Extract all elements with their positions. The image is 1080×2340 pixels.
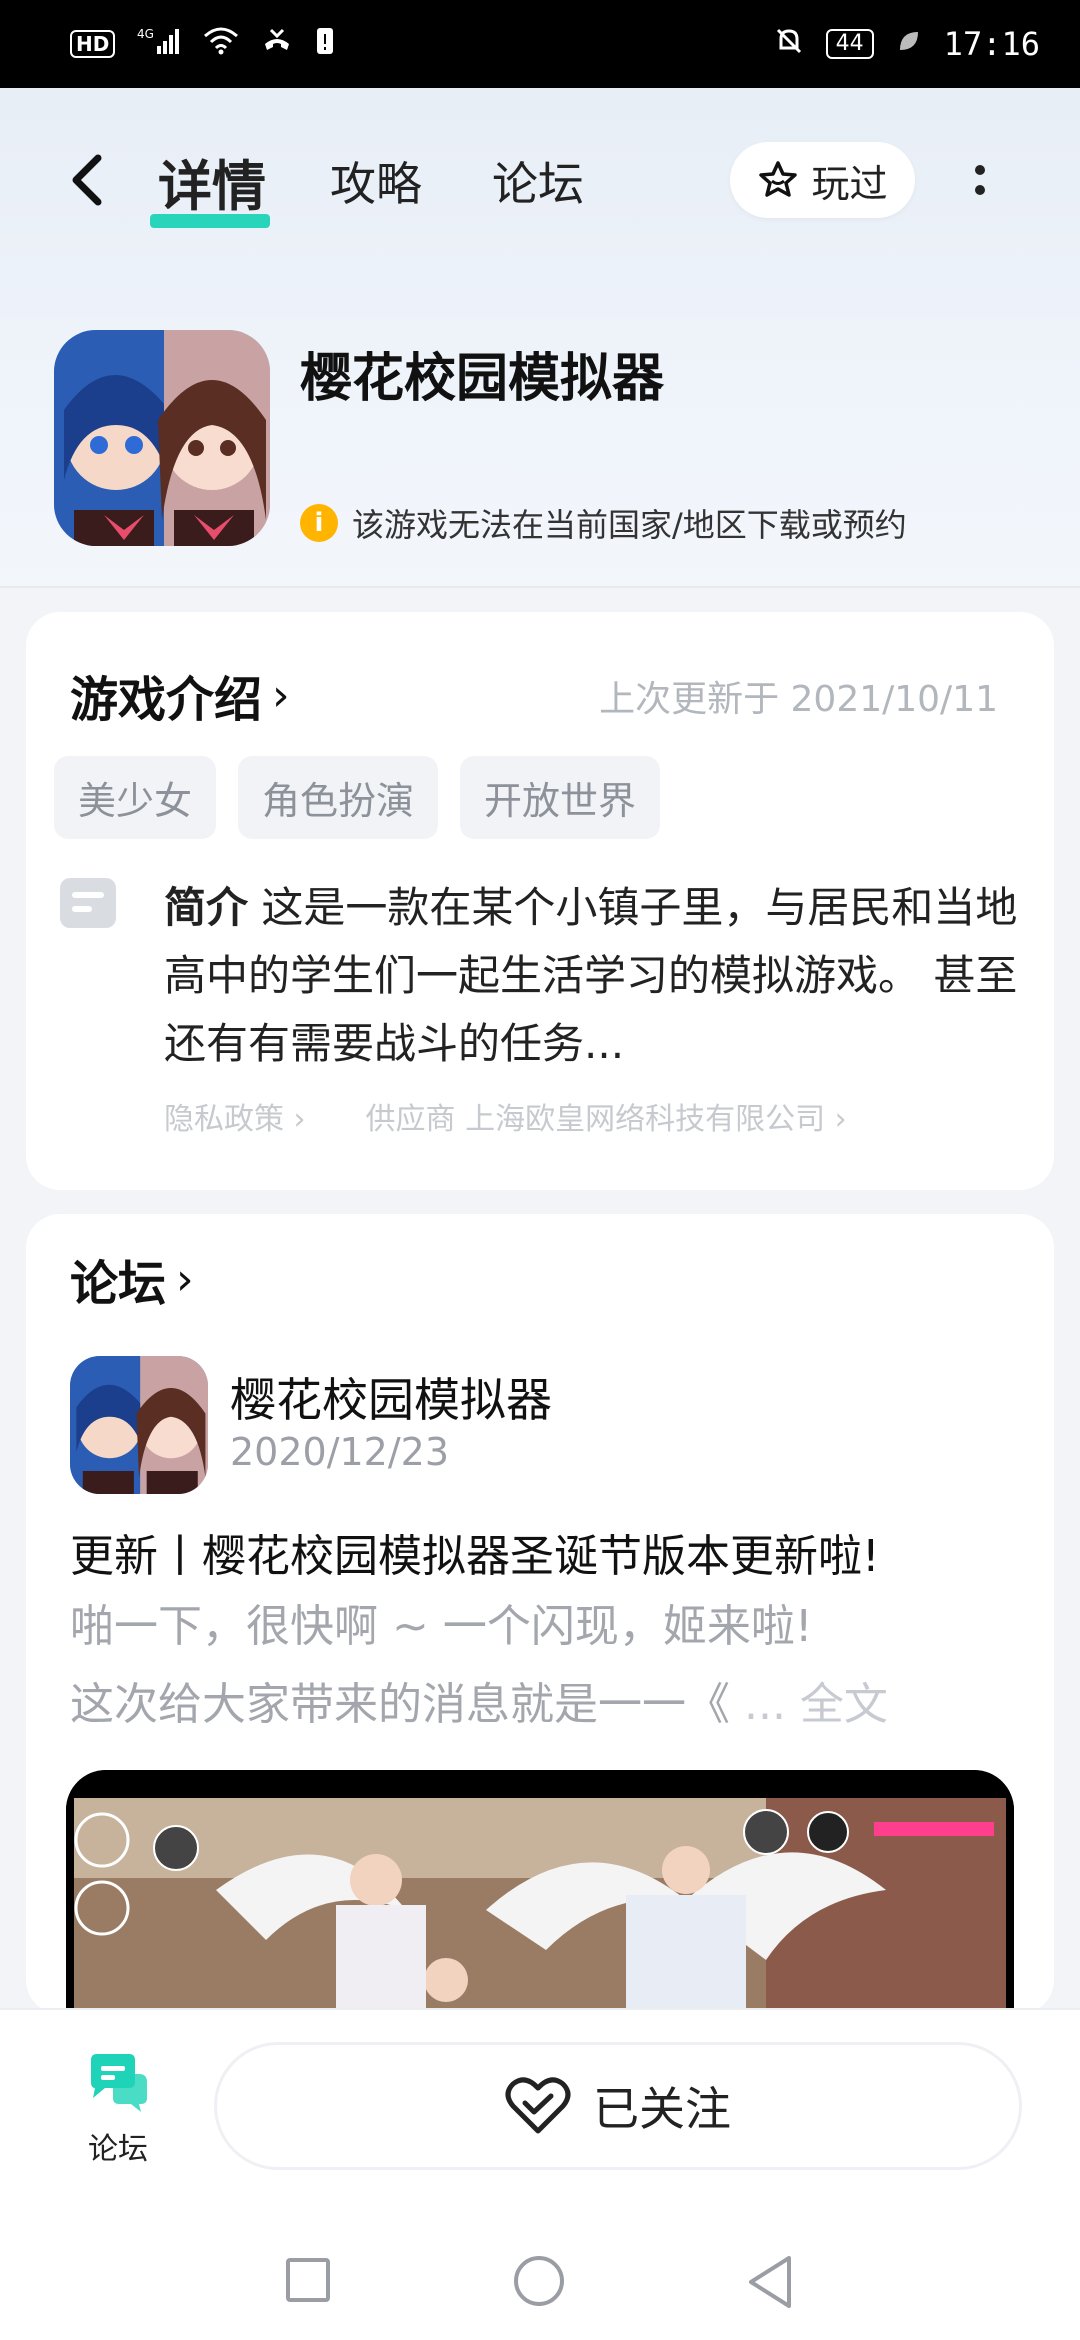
clock: 17:16: [943, 25, 1040, 63]
chevron-left-icon: [72, 154, 102, 206]
system-navigation-bar: [0, 2208, 1080, 2340]
back-button[interactable]: [60, 152, 116, 208]
excerpt-line-2: 这次给大家带来的消息就是一一《 ... 全文: [70, 1666, 1030, 1744]
game-intro-header[interactable]: 游戏介绍 ›: [70, 660, 290, 730]
anime-girls-icon: [70, 1356, 208, 1494]
post-image[interactable]: [66, 1770, 1014, 2014]
forum-card: 论坛 › 樱花校园模拟器 2020/12/23 更新丨樱花校园模拟器圣诞节版本更…: [26, 1214, 1054, 2014]
divider: [0, 586, 1080, 588]
mute-bell-icon: [774, 26, 804, 63]
info-icon: i: [300, 504, 338, 542]
game-description[interactable]: 简介 这是一款在某个小镇子里，与居民和当地高中的学生们一起生活学习的模拟游戏。 …: [164, 874, 1024, 1078]
forum-tab-label: 论坛: [88, 2132, 148, 2167]
tag-list: 美少女 角色扮演 开放世界: [54, 756, 661, 839]
leaf-icon: [896, 28, 922, 61]
supplier-label: 供应商 上海欧皇网络科技有限公司: [365, 1102, 826, 1137]
post-title[interactable]: 更新丨樱花校园模拟器圣诞节版本更新啦!: [70, 1520, 880, 1584]
forum-title: 论坛: [70, 1256, 167, 1312]
game-intro-card: 游戏介绍 › 上次更新于 2021/10/11 美少女 角色扮演 开放世界 简介…: [26, 612, 1054, 1190]
tag-chip[interactable]: 美少女: [54, 756, 217, 839]
hd-badge: HD: [70, 30, 116, 58]
game-screenshot-image: [66, 1770, 1014, 2014]
description-icon: [60, 878, 116, 928]
home-icon[interactable]: [514, 2256, 564, 2306]
call-icon: [261, 26, 293, 63]
follow-label: 已关注: [593, 2082, 731, 2136]
anime-girls-icon: [54, 330, 270, 546]
privacy-policy-link[interactable]: 隐私政策 ›: [164, 1094, 306, 1138]
signal-icon: 4G: [137, 26, 181, 63]
region-notice-text: 该游戏无法在当前国家/地区下载或预约: [352, 506, 907, 544]
chevron-right-icon: ›: [272, 669, 290, 721]
last-updated: 上次更新于 2021/10/11: [599, 679, 998, 720]
status-bar: HD 4G 44 17:16: [0, 0, 1080, 88]
tab-details[interactable]: 详情: [158, 142, 266, 221]
forum-chat-icon: [91, 2054, 147, 2112]
status-left: HD 4G: [70, 26, 335, 63]
supplier-link[interactable]: 供应商 上海欧皇网络科技有限公司 ›: [366, 1094, 847, 1138]
battery-level: 44: [825, 29, 874, 59]
wifi-icon: [203, 26, 239, 63]
chevron-right-icon: ›: [176, 1253, 194, 1305]
tag-chip[interactable]: 角色扮演: [238, 756, 439, 839]
recent-apps-icon[interactable]: [286, 2258, 330, 2302]
excerpt-text: 这次给大家带来的消息就是一一《: [70, 1679, 730, 1730]
app-icon: [54, 330, 270, 546]
read-more-link[interactable]: ... 全文: [730, 1679, 888, 1730]
dot-icon: [975, 165, 985, 175]
description-text: 这是一款在某个小镇子里，与居民和当地高中的学生们一起生活学习的模拟游戏。 甚至还…: [164, 883, 1018, 1068]
post-author[interactable]: 樱花校园模拟器: [230, 1364, 552, 1430]
post-excerpt[interactable]: 啪一下，很快啊 ~ 一个闪现，姬来啦! 这次给大家带来的消息就是一一《 ... …: [70, 1588, 1030, 1744]
description-label: 简介: [164, 883, 249, 932]
tag-chip[interactable]: 开放世界: [460, 756, 661, 839]
follow-button[interactable]: 已关注: [214, 2042, 1022, 2170]
policy-links: 隐私政策 › 供应商 上海欧皇网络科技有限公司 ›: [164, 1094, 847, 1138]
top-nav: 详情 攻略 论坛 玩过: [0, 130, 1080, 230]
tab-forum[interactable]: 论坛: [492, 148, 584, 214]
more-options-button[interactable]: [960, 152, 1000, 208]
back-triangle-icon[interactable]: [745, 2254, 797, 2310]
played-label: 玩过: [811, 161, 888, 206]
excerpt-line: 啪一下，很快啊 ~ 一个闪现，姬来啦!: [70, 1601, 813, 1652]
played-button[interactable]: 玩过: [730, 142, 915, 218]
post-avatar[interactable]: [70, 1356, 208, 1494]
svg-text:4G: 4G: [137, 27, 154, 41]
forum-tab-button[interactable]: 论坛: [60, 2010, 176, 2210]
post-date: 2020/12/23: [230, 1430, 450, 1474]
dot-icon: [975, 185, 985, 195]
game-intro-title: 游戏介绍: [70, 672, 263, 728]
star-icon: [759, 161, 798, 197]
sim-alert-icon: [315, 26, 335, 63]
bottom-action-bar: 论坛 已关注: [0, 2008, 1080, 2208]
status-right: 44 17:16: [774, 25, 1040, 63]
tab-guide[interactable]: 攻略: [330, 148, 422, 214]
forum-header[interactable]: 论坛 ›: [70, 1244, 194, 1314]
heart-check-icon: [505, 2077, 571, 2134]
region-notice: i 该游戏无法在当前国家/地区下载或预约: [300, 500, 907, 546]
privacy-policy-label: 隐私政策: [164, 1102, 284, 1137]
app-title: 樱花校园模拟器: [300, 349, 665, 409]
